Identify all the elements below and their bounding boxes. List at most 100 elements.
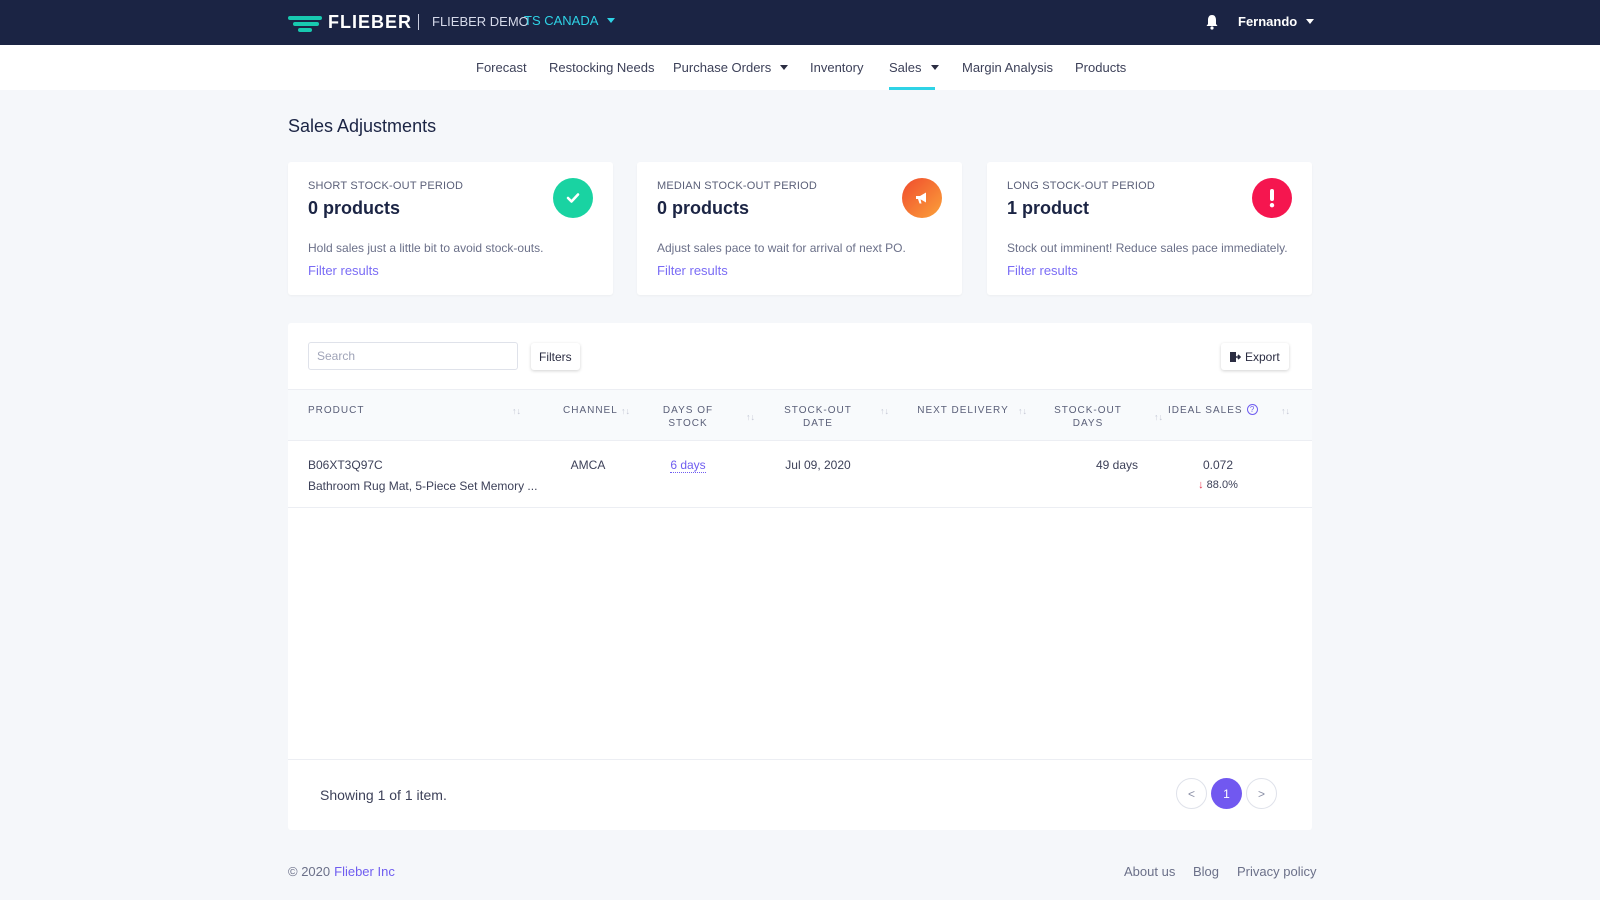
card-description: Hold sales just a little bit to avoid st…	[308, 241, 544, 255]
nav-label: Inventory	[810, 60, 864, 75]
account-selector[interactable]: TS CANADA	[524, 13, 616, 28]
card-label: MEDIAN STOCK-OUT PERIOD	[657, 180, 818, 192]
column-header-channel[interactable]: CHANNEL	[563, 404, 617, 417]
pagination-divider	[288, 759, 1312, 760]
sort-icon[interactable]: ↑↓	[621, 406, 630, 416]
sort-icon[interactable]: ↑↓	[1154, 412, 1163, 422]
account-name: TS CANADA	[524, 13, 599, 28]
table-row[interactable]: B06XT3Q97C Bathroom Rug Mat, 5-Piece Set…	[288, 441, 1312, 508]
prev-page-button[interactable]: <	[1176, 778, 1207, 809]
sort-icon[interactable]: ↑↓	[512, 406, 521, 416]
nav-label: Margin Analysis	[962, 60, 1054, 75]
active-tab-indicator	[889, 87, 935, 90]
nav-item-margin-analysis[interactable]: Margin Analysis	[962, 60, 1053, 75]
logo[interactable]: FLIEBER	[288, 12, 412, 33]
card-label: SHORT STOCK-OUT PERIOD	[308, 180, 464, 192]
column-label: DAYS OF	[662, 405, 714, 416]
filter-results-link[interactable]: Filter results	[1007, 263, 1078, 278]
nav-label: Restocking Needs	[549, 60, 655, 75]
filters-button[interactable]: Filters	[531, 343, 580, 370]
card-label: LONG STOCK-OUT PERIOD	[1007, 180, 1156, 192]
nav-label: Sales	[889, 60, 922, 75]
user-name: Fernando	[1238, 14, 1298, 29]
card-value: 1 product	[1007, 198, 1090, 218]
days-of-stock-cell: 6 days	[658, 458, 718, 473]
channel-cell: AMCA	[570, 458, 606, 472]
column-label: PRODUCT	[308, 405, 365, 416]
column-header-stockout-days[interactable]: STOCK-OUT DAYS	[1048, 404, 1128, 430]
bell-icon[interactable]	[1205, 14, 1219, 30]
nav-label: Products	[1075, 60, 1127, 75]
arrow-down-icon: ↓	[1198, 479, 1204, 491]
column-label: STOCK-OUT DATE	[784, 405, 852, 429]
card-value: 0 products	[657, 198, 750, 218]
footer-link-about[interactable]: About us	[1124, 864, 1175, 879]
product-sku: B06XT3Q97C	[308, 458, 383, 472]
megaphone-icon	[902, 178, 942, 218]
caret-down-icon	[780, 65, 789, 70]
export-icon	[1230, 351, 1241, 362]
export-label: Export	[1245, 349, 1280, 364]
export-button[interactable]: Export	[1221, 343, 1289, 370]
table-header: PRODUCT ↑↓ CHANNEL ↑↓ DAYS OF STOCK ↑↓ S…	[288, 389, 1312, 441]
flieber-logo-icon	[288, 13, 322, 33]
card-description: Adjust sales pace to wait for arrival of…	[657, 241, 906, 255]
pagination-summary: Showing 1 of 1 item.	[320, 787, 447, 803]
column-label: NEXT DELIVERY	[917, 405, 1009, 416]
sort-icon[interactable]: ↑↓	[1281, 406, 1290, 416]
sort-icon[interactable]: ↑↓	[880, 406, 889, 416]
main-nav: Forecast Restocking Needs Purchase Order…	[0, 45, 1600, 90]
caret-down-icon	[607, 18, 616, 23]
product-name: Bathroom Rug Mat, 5-Piece Set Memory ...	[308, 479, 538, 493]
column-label: STOCK-OUT	[1054, 405, 1122, 416]
column-header-days-of-stock[interactable]: DAYS OF STOCK	[658, 404, 718, 430]
column-label: CHANNEL	[563, 405, 618, 416]
nav-label: Forecast	[476, 60, 527, 75]
column-header-product[interactable]: PRODUCT	[308, 404, 364, 417]
ideal-sales-change: ↓ 88.0%	[1183, 479, 1253, 491]
check-icon	[553, 178, 593, 218]
page-title: Sales Adjustments	[288, 116, 437, 136]
days-of-stock-link[interactable]: 6 days	[670, 458, 706, 473]
card-description: Stock out imminent! Reduce sales pace im…	[1007, 241, 1288, 255]
ideal-sales-change-value: 88.0%	[1206, 479, 1238, 491]
nav-item-forecast[interactable]: Forecast	[476, 60, 527, 75]
nav-item-inventory[interactable]: Inventory	[810, 60, 863, 75]
top-bar: FLIEBER FLIEBER DEMO TS CANADA Fernando	[0, 0, 1600, 45]
sort-icon[interactable]: ↑↓	[1018, 406, 1027, 416]
nav-item-products[interactable]: Products	[1075, 60, 1126, 75]
footer-copyright: © 2020 Flieber Inc	[288, 864, 395, 879]
topbar-divider	[418, 14, 419, 30]
stockout-days-cell: 49 days	[1095, 458, 1138, 472]
footer-link-privacy[interactable]: Privacy policy	[1237, 864, 1316, 879]
column-label: IDEAL SALES	[1168, 405, 1243, 416]
logo-text: FLIEBER	[328, 12, 413, 32]
card-value: 0 products	[308, 198, 401, 218]
stockout-date-cell: Jul 09, 2020	[785, 458, 851, 472]
exclamation-icon	[1252, 178, 1292, 218]
next-page-button[interactable]: >	[1246, 778, 1277, 809]
caret-down-icon	[1306, 19, 1315, 24]
card-short-stockout: SHORT STOCK-OUT PERIOD 0 products Hold s…	[288, 162, 613, 295]
caret-down-icon	[930, 65, 939, 70]
column-label: DAYS	[1072, 418, 1104, 429]
user-menu[interactable]: Fernando	[1238, 14, 1315, 29]
column-label: STOCK	[668, 418, 708, 429]
column-header-next-delivery[interactable]: NEXT DELIVERY	[913, 404, 1013, 417]
workspace-label: FLIEBER DEMO	[432, 14, 529, 29]
filter-results-link[interactable]: Filter results	[657, 263, 728, 278]
page-1-button[interactable]: 1	[1211, 778, 1242, 809]
company-link[interactable]: Flieber Inc	[334, 864, 395, 879]
footer-link-blog[interactable]: Blog	[1193, 864, 1219, 879]
column-header-ideal-sales[interactable]: IDEAL SALES?	[1168, 404, 1268, 417]
column-header-stockout-date[interactable]: STOCK-OUT DATE	[768, 404, 868, 430]
nav-label: Purchase Orders	[673, 60, 772, 75]
copyright-text: © 2020	[288, 864, 331, 879]
nav-item-sales[interactable]: Sales	[889, 60, 939, 75]
nav-item-purchase-orders[interactable]: Purchase Orders	[673, 60, 789, 75]
sort-icon[interactable]: ↑↓	[746, 412, 755, 422]
search-input[interactable]	[308, 342, 518, 370]
filter-results-link[interactable]: Filter results	[308, 263, 379, 278]
nav-item-restocking-needs[interactable]: Restocking Needs	[549, 60, 655, 75]
help-icon[interactable]: ?	[1246, 404, 1258, 415]
